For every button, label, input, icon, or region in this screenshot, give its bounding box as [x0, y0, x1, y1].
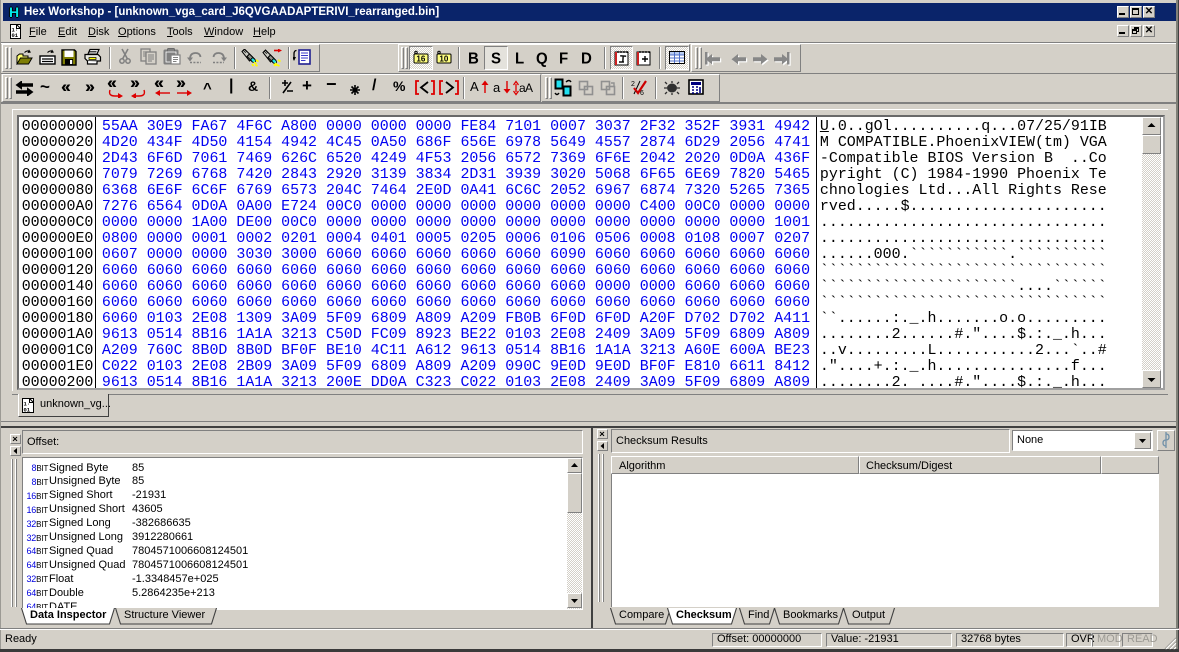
svg-text:A: A — [525, 81, 533, 95]
svg-text:10: 10 — [439, 55, 448, 64]
svg-text:16: 16 — [416, 55, 425, 64]
svg-text:01: 01 — [12, 32, 19, 39]
svg-text:2: 2 — [631, 81, 635, 88]
svg-text:01: 01 — [24, 407, 31, 414]
